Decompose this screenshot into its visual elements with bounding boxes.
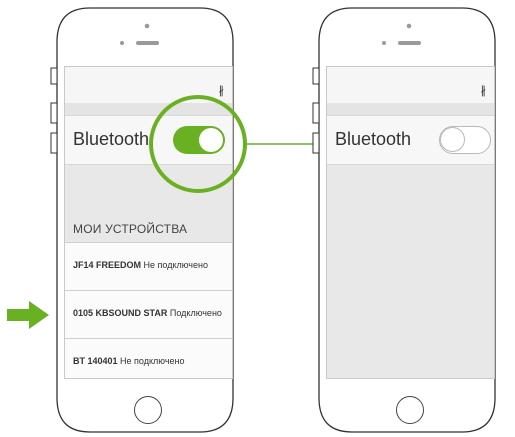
right-phone: ∦ Bluetooth bbox=[312, 6, 500, 434]
device-row[interactable]: 0105 KBSOUND STAR Подключено bbox=[65, 290, 232, 338]
left-phone: ∦ Bluetooth МОИ УСТРОЙСТВА JF14 FREEDOM … bbox=[50, 6, 238, 434]
home-button[interactable] bbox=[396, 396, 424, 424]
toggle-knob bbox=[440, 127, 465, 152]
bluetooth-row[interactable]: Bluetooth bbox=[327, 115, 494, 165]
device-list: JF14 FREEDOM Не подключено 0105 KBSOUND … bbox=[65, 242, 232, 378]
device-status: Не подключено bbox=[143, 260, 208, 270]
device-name: JF14 FREEDOM bbox=[73, 260, 142, 270]
bluetooth-icon: ∦ bbox=[480, 84, 487, 97]
device-row[interactable]: JF14 FREEDOM Не подключено bbox=[65, 242, 232, 290]
left-phone-screen: ∦ Bluetooth МОИ УСТРОЙСТВА JF14 FREEDOM … bbox=[64, 66, 233, 379]
arrow-right-icon bbox=[7, 301, 49, 329]
device-status: Не подключено bbox=[120, 356, 185, 366]
separator-strip bbox=[65, 103, 232, 115]
bluetooth-row[interactable]: Bluetooth bbox=[65, 115, 232, 165]
toggle-knob bbox=[199, 128, 223, 152]
device-name: 0105 KBSOUND STAR bbox=[73, 308, 168, 318]
right-phone-screen: ∦ Bluetooth bbox=[326, 66, 495, 379]
bluetooth-icon: ∦ bbox=[218, 84, 225, 97]
device-name: BT 140401 bbox=[73, 356, 118, 366]
bluetooth-label: Bluetooth bbox=[73, 129, 150, 149]
device-row[interactable]: BT 140401 Не подключено bbox=[65, 338, 232, 378]
home-button[interactable] bbox=[134, 396, 162, 424]
section-header-my-devices: МОИ УСТРОЙСТВА bbox=[73, 222, 188, 236]
bluetooth-label: Bluetooth bbox=[335, 129, 412, 149]
device-status: Подключено bbox=[169, 308, 222, 318]
bluetooth-toggle-on[interactable] bbox=[173, 126, 225, 154]
status-bar: ∦ bbox=[327, 67, 494, 103]
separator-strip bbox=[327, 103, 494, 115]
bluetooth-toggle-off[interactable] bbox=[439, 126, 491, 154]
status-bar: ∦ bbox=[65, 67, 232, 103]
